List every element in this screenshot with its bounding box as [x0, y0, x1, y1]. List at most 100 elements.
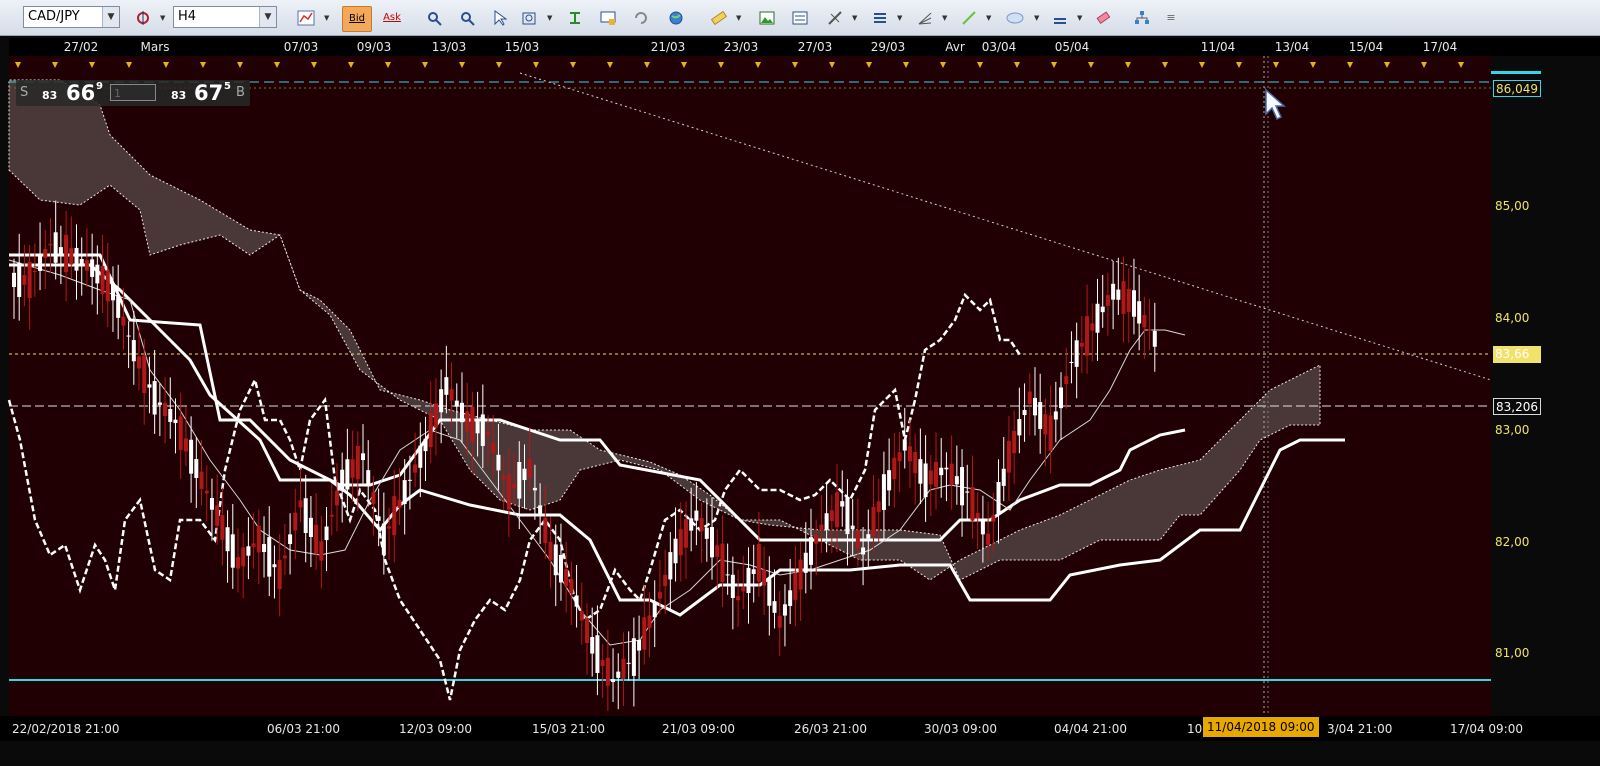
candle-body[interactable]: [913, 452, 918, 474]
candle-body[interactable]: [1027, 391, 1032, 405]
globe-icon[interactable]: [665, 7, 687, 29]
candle-body[interactable]: [741, 587, 746, 592]
candle-body[interactable]: [241, 547, 246, 567]
candle-body[interactable]: [397, 499, 402, 508]
candle-body[interactable]: [501, 475, 506, 480]
candle-body[interactable]: [262, 544, 267, 553]
candle-body[interactable]: [194, 459, 199, 478]
candle-body[interactable]: [251, 543, 256, 547]
candle-body[interactable]: [199, 471, 204, 490]
candle-body[interactable]: [730, 574, 735, 598]
candle-body[interactable]: [902, 439, 907, 451]
candle-body[interactable]: [105, 270, 110, 302]
candle-body[interactable]: [506, 474, 511, 510]
candle-body[interactable]: [626, 662, 631, 664]
candle-body[interactable]: [934, 461, 939, 487]
candle-body[interactable]: [282, 555, 287, 559]
candle-body[interactable]: [1032, 397, 1037, 416]
candle-body[interactable]: [715, 545, 720, 557]
candle-body[interactable]: [1142, 314, 1147, 328]
candle-body[interactable]: [683, 519, 688, 548]
candle-body[interactable]: [939, 467, 944, 476]
candle-body[interactable]: [131, 340, 136, 362]
candle-body[interactable]: [90, 259, 95, 277]
draw-tools-icon[interactable]: [824, 7, 846, 29]
candle-body[interactable]: [459, 402, 464, 423]
candle-body[interactable]: [595, 635, 600, 673]
candle-body[interactable]: [1053, 411, 1058, 420]
candle-body[interactable]: [517, 461, 522, 499]
candle-body[interactable]: [892, 457, 897, 480]
chevron-down-icon[interactable]: ▼: [160, 14, 165, 22]
candle-body[interactable]: [751, 569, 756, 574]
candle-body[interactable]: [678, 529, 683, 556]
candle-body[interactable]: [652, 602, 657, 618]
candle-body[interactable]: [168, 408, 173, 422]
candle-body[interactable]: [272, 564, 277, 568]
candle-body[interactable]: [38, 253, 43, 271]
candle-body[interactable]: [220, 515, 225, 540]
candle-body[interactable]: [225, 527, 230, 552]
candle-body[interactable]: [600, 660, 605, 666]
bid-button[interactable]: Bid: [342, 6, 372, 32]
candle-body[interactable]: [814, 534, 819, 544]
candle-body[interactable]: [866, 534, 871, 539]
candle-body[interactable]: [1121, 281, 1126, 314]
candle-body[interactable]: [736, 596, 741, 601]
candle-body[interactable]: [861, 547, 866, 555]
candle-body[interactable]: [824, 513, 829, 530]
candle-body[interactable]: [944, 467, 949, 470]
candle-body[interactable]: [444, 377, 449, 395]
candle-body[interactable]: [631, 638, 636, 676]
candle-body[interactable]: [689, 518, 694, 531]
lot-size-input[interactable]: 1: [110, 84, 156, 101]
symbol-select[interactable]: CAD/JPY ▼: [23, 6, 120, 28]
candle-body[interactable]: [1006, 440, 1011, 473]
candle-body[interactable]: [308, 517, 313, 538]
candle-body[interactable]: [366, 470, 371, 485]
candle-body[interactable]: [954, 476, 959, 485]
chart-settings-icon[interactable]: [597, 7, 619, 29]
candle-body[interactable]: [246, 546, 251, 556]
candle-body[interactable]: [767, 578, 772, 606]
refresh-icon[interactable]: [630, 7, 652, 29]
candle-body[interactable]: [553, 544, 558, 576]
candle-body[interactable]: [1126, 289, 1131, 313]
candle-body[interactable]: [558, 554, 563, 583]
candle-body[interactable]: [876, 501, 881, 513]
candle-body[interactable]: [949, 463, 954, 486]
chevron-down-icon[interactable]: ▼: [736, 14, 741, 22]
candle-body[interactable]: [407, 479, 412, 481]
lines-icon[interactable]: [869, 7, 891, 29]
candle-body[interactable]: [996, 481, 1001, 514]
candle-body[interactable]: [1069, 362, 1074, 364]
candle-body[interactable]: [808, 537, 813, 565]
candle-body[interactable]: [907, 446, 912, 462]
candle-body[interactable]: [74, 247, 79, 271]
buy-price[interactable]: 67: [194, 81, 223, 105]
candle-body[interactable]: [819, 524, 824, 531]
candle-body[interactable]: [579, 611, 584, 621]
candle-body[interactable]: [574, 595, 579, 607]
candle-body[interactable]: [840, 501, 845, 507]
candle-body[interactable]: [361, 453, 366, 461]
candle-body[interactable]: [1001, 468, 1006, 486]
candle-body[interactable]: [100, 265, 105, 294]
candle-body[interactable]: [746, 567, 751, 594]
candle-body[interactable]: [611, 679, 616, 683]
candle-body[interactable]: [835, 492, 840, 528]
network-icon[interactable]: [1131, 7, 1153, 29]
candle-body[interactable]: [605, 657, 610, 686]
candle-body[interactable]: [970, 487, 975, 521]
candle-body[interactable]: [95, 264, 100, 284]
eraser-icon[interactable]: [1092, 7, 1114, 29]
candle-body[interactable]: [855, 530, 860, 549]
timeframe-select[interactable]: H4 ▼: [173, 6, 277, 28]
candle-body[interactable]: [897, 452, 902, 462]
candle-body[interactable]: [209, 497, 214, 510]
candle-body[interactable]: [1064, 376, 1069, 385]
candle-body[interactable]: [762, 569, 767, 586]
trendline-icon[interactable]: [958, 7, 980, 29]
crosshair-tool-icon[interactable]: [132, 7, 154, 29]
candle-body[interactable]: [871, 506, 876, 537]
